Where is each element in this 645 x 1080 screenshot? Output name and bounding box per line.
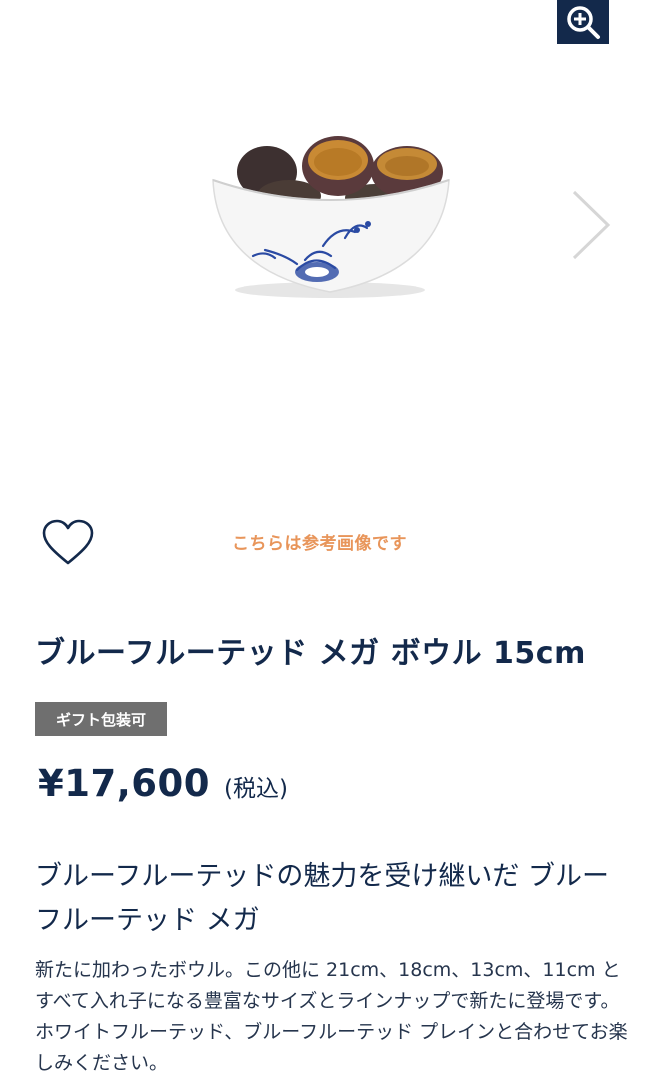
price: ¥17,600 xyxy=(38,762,211,805)
product-description: 新たに加わったボウル。この他に 21cm、18cm、13cm、11cm とすべて… xyxy=(35,959,628,1074)
product-headline: ブルーフルーテッドの魅力を受け継いだ ブルーフルーテッド メガ xyxy=(35,861,609,936)
product-title: ブルーフルーテッド メガ ボウル 15cm xyxy=(35,636,586,671)
zoom-in-icon xyxy=(567,6,600,39)
chevron-right-icon[interactable] xyxy=(566,188,616,262)
price-row: ¥17,600 (税込) xyxy=(38,762,288,805)
tax-note: (税込) xyxy=(224,776,288,802)
heart-icon[interactable] xyxy=(40,518,96,568)
reference-image-note: こちらは参考画像です xyxy=(232,534,407,554)
product-image xyxy=(212,136,450,298)
product-gallery xyxy=(0,0,645,500)
gift-wrap-badge: ギフト包装可 xyxy=(35,702,167,736)
zoom-button[interactable] xyxy=(557,0,609,44)
